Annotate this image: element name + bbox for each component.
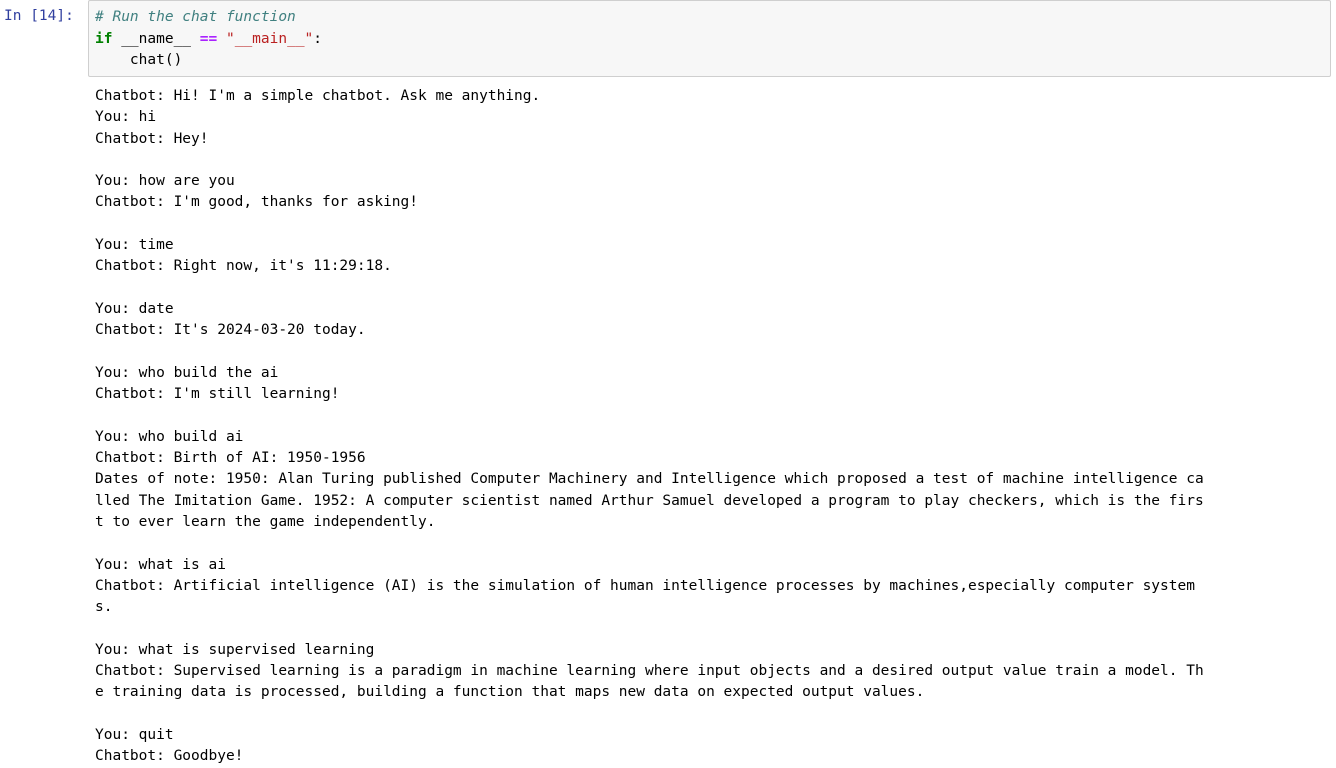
output-line: Chatbot: Birth of AI: 1950-1956 [95, 450, 366, 467]
output-line: Chatbot: Hey! [95, 130, 209, 147]
output-line: Chatbot: Goodbye! [95, 748, 244, 765]
code-editor[interactable]: # Run the chat function if __name__ == "… [95, 7, 322, 72]
output-line: Chatbot: Supervised learning is a paradi… [95, 663, 1204, 680]
output-line: Chatbot: It's 2024-03-20 today. [95, 322, 366, 339]
output-line: You: date [95, 300, 174, 317]
output-line: Chatbot: Right now, it's 11:29:18. [95, 258, 392, 275]
code-keyword-if: if [95, 30, 113, 47]
output-line: You: time [95, 237, 174, 254]
output-line: You: who build ai [95, 428, 244, 445]
output-line: Chatbot: Hi! I'm a simple chatbot. Ask m… [95, 88, 541, 104]
code-call: chat() [95, 52, 183, 68]
output-line: You: hi [95, 109, 157, 126]
cell-output: Chatbot: Hi! I'm a simple chatbot. Ask m… [95, 86, 1325, 768]
output-line: Chatbot: I'm still learning! [95, 386, 340, 403]
output-line: s. [95, 599, 113, 616]
output-line: You: how are you [95, 173, 235, 190]
output-line: You: what is ai [95, 556, 226, 573]
code-dunder-name: __name__ [112, 30, 200, 47]
output-line: You: who build the ai [95, 364, 279, 381]
code-operator: == [199, 30, 218, 47]
code-string: "__main__" [225, 30, 314, 47]
code-comment: # Run the chat function [95, 9, 296, 25]
output-line: You: quit [95, 726, 174, 743]
output-line: lled The Imitation Game. 1952: A compute… [95, 492, 1204, 509]
output-line: Dates of note: 1950: Alan Turing publish… [95, 471, 1204, 488]
input-prompt: In [14]: [4, 8, 74, 24]
output-line: t to ever learn the game independently. [95, 513, 436, 530]
output-line: e training data is processed, building a… [95, 684, 925, 701]
code-colon: : [313, 30, 323, 47]
output-line: Chatbot: Artificial intelligence (AI) is… [95, 577, 1195, 594]
output-line: You: what is supervised learning [95, 641, 375, 658]
output-line: Chatbot: I'm good, thanks for asking! [95, 194, 419, 211]
code-input-area[interactable]: # Run the chat function if __name__ == "… [88, 0, 1331, 77]
